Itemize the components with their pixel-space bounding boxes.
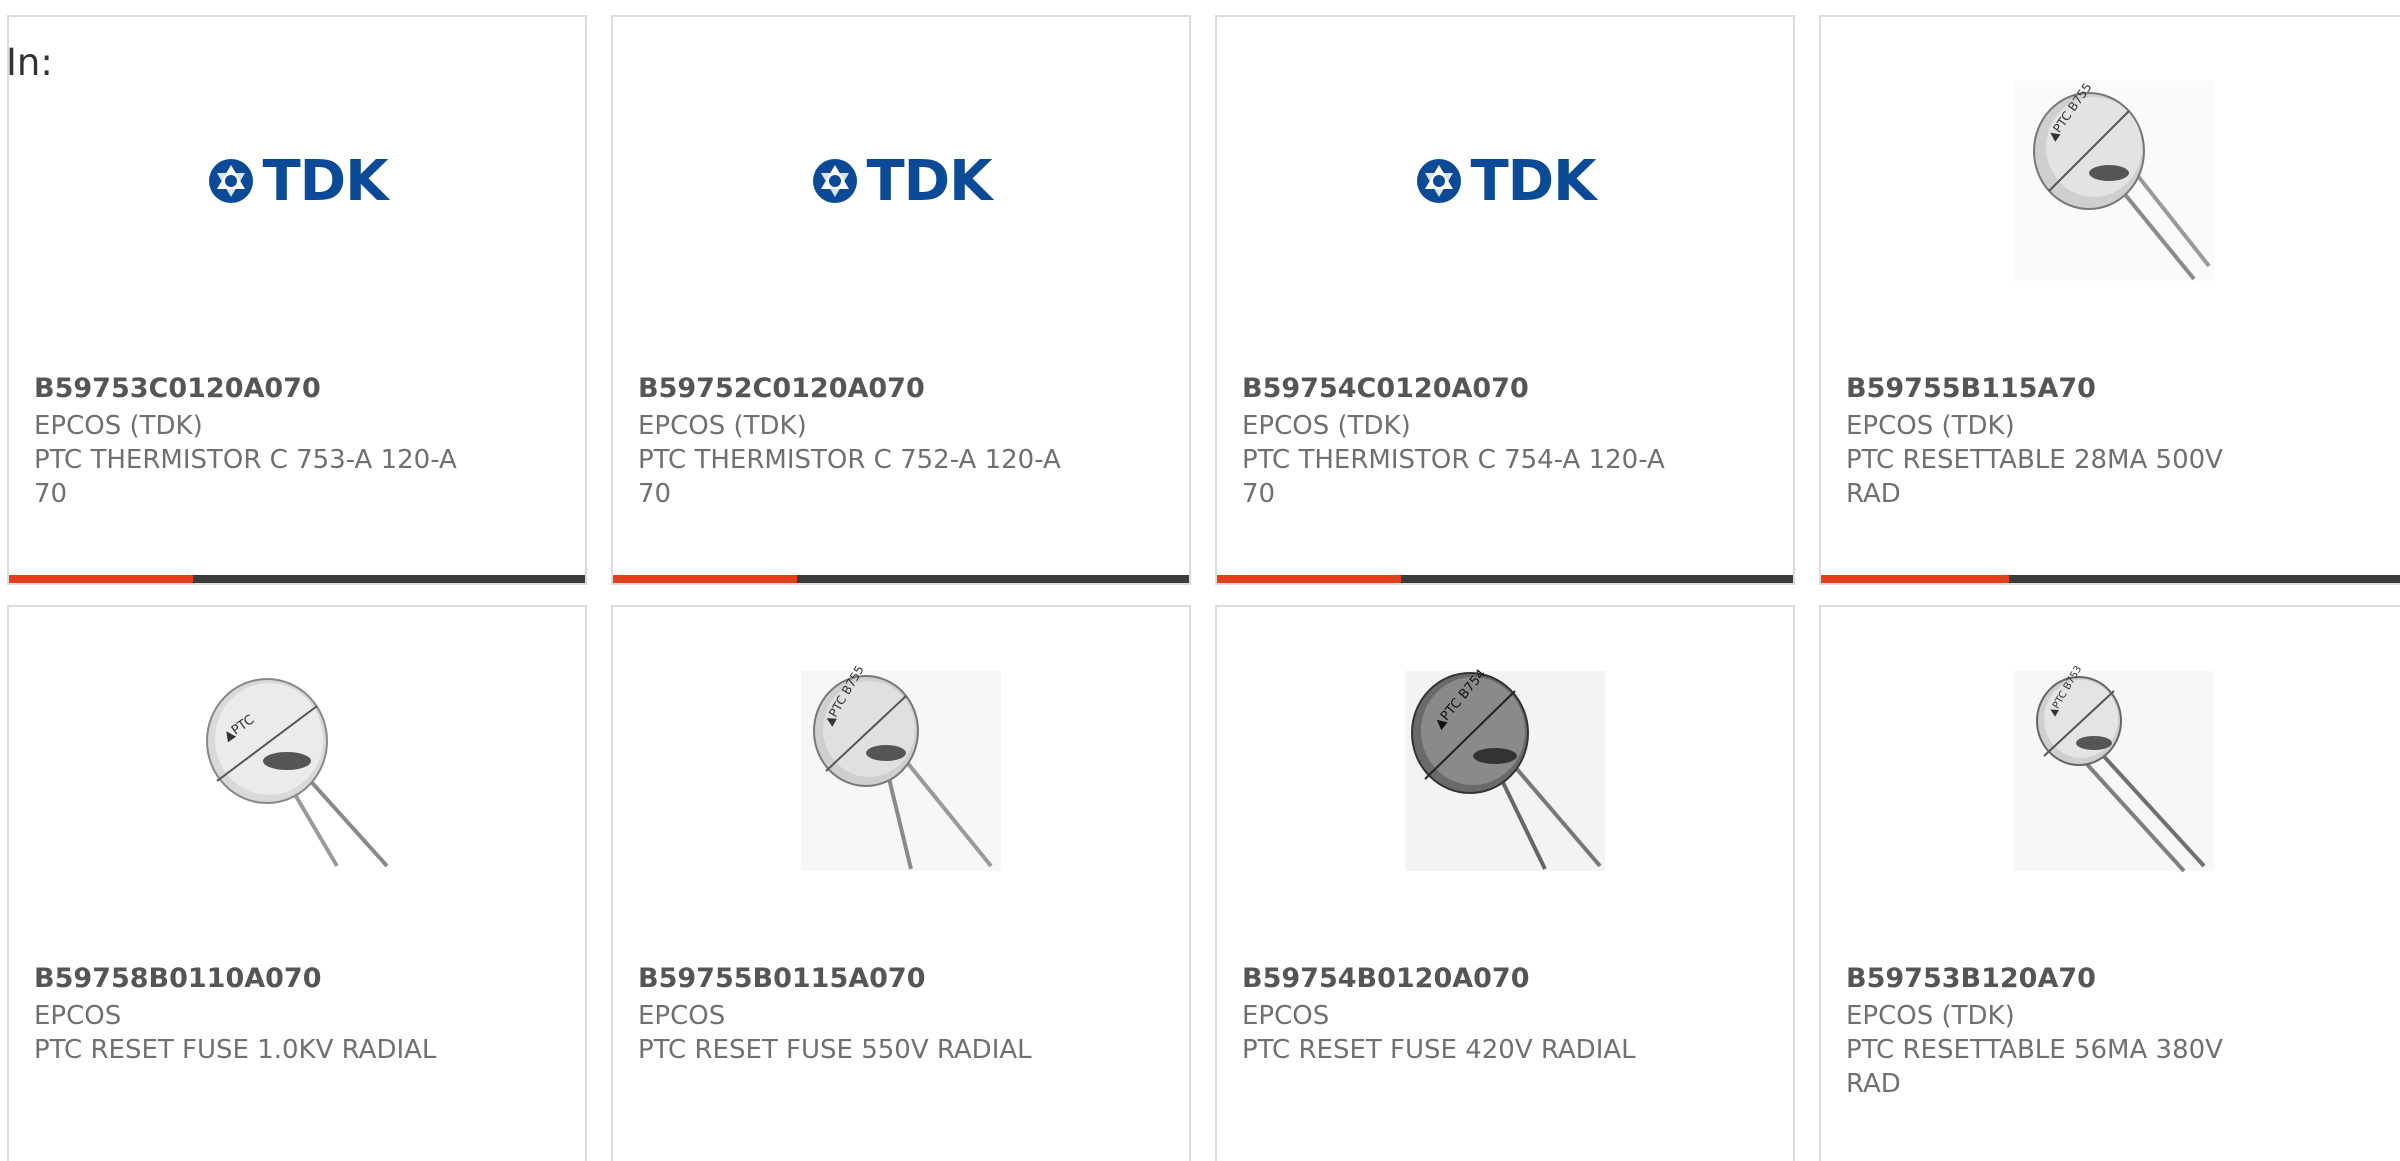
- product-card[interactable]: ▲PTC B755 B59755B0115A070 EPCOS PTC RESE…: [611, 605, 1191, 1161]
- part-number[interactable]: B59754B0120A070: [1242, 965, 1530, 992]
- product-image[interactable]: TDK: [1217, 81, 1793, 281]
- part-number[interactable]: B59754C0120A070: [1242, 375, 1529, 402]
- ptc-thermistor-photo: ▲PTC: [197, 671, 397, 871]
- description: PTC RESET FUSE 550V RADIAL: [638, 1035, 1032, 1065]
- product-card[interactable]: ▲PTC B59758B0110A070 EPCOS PTC RESET FUS…: [7, 605, 587, 1161]
- progress-bar: [1217, 575, 1793, 583]
- description: PTC THERMISTOR C 753-A 120-A 70: [34, 445, 457, 509]
- description: PTC RESETTABLE 56MA 380V RAD: [1846, 1035, 2223, 1099]
- filter-label: In:: [6, 41, 53, 84]
- tdk-emblem-icon: [1417, 159, 1462, 203]
- part-number[interactable]: B59755B0115A070: [638, 965, 926, 992]
- product-image[interactable]: ▲PTC B753: [1821, 664, 2400, 873]
- description: PTC THERMISTOR C 754-A 120-A 70: [1242, 445, 1665, 509]
- tdk-logo: TDK: [206, 148, 389, 214]
- progress-bar: [9, 575, 585, 583]
- description: PTC THERMISTOR C 752-A 120-A 70: [638, 445, 1061, 509]
- manufacturer: EPCOS (TDK): [1846, 411, 2015, 441]
- progress-accent: [9, 575, 194, 583]
- product-card[interactable]: ▲PTC B754 B59754B0120A070 EPCOS PTC RESE…: [1215, 605, 1795, 1161]
- product-image[interactable]: TDK: [9, 81, 585, 281]
- manufacturer: EPCOS (TDK): [1242, 411, 1411, 441]
- manufacturer: EPCOS (TDK): [1846, 1001, 2015, 1031]
- tdk-emblem-icon: [813, 159, 858, 203]
- progress-bar: [613, 575, 1189, 583]
- product-card[interactable]: ▲PTC B753 B59753B120A70 EPCOS (TDK) PTC …: [1819, 605, 2400, 1161]
- product-card[interactable]: TDK B59752C0120A070 EPCOS (TDK) PTC THER…: [611, 15, 1191, 585]
- ptc-thermistor-photo: ▲PTC B755: [801, 663, 1001, 871]
- description: PTC RESETTABLE 28MA 500V RAD: [1846, 445, 2223, 509]
- tdk-logo-text: TDK: [1470, 148, 1596, 214]
- product-grid-page: In: TDK B59753C0120A070 EPCOS (TDK) PTC …: [0, 0, 2400, 1161]
- manufacturer: EPCOS (TDK): [34, 411, 203, 441]
- part-number[interactable]: B59758B0110A070: [34, 965, 322, 992]
- part-number[interactable]: B59752C0120A070: [638, 375, 925, 402]
- ptc-thermistor-photo: ▲PTC B754: [1405, 667, 1605, 871]
- tdk-logo: TDK: [810, 148, 993, 214]
- product-image[interactable]: ▲PTC B755: [1821, 80, 2400, 281]
- product-card[interactable]: TDK B59753C0120A070 EPCOS (TDK) PTC THER…: [7, 15, 587, 585]
- manufacturer: EPCOS: [1242, 1001, 1330, 1031]
- ptc-thermistor-photo: ▲PTC B753: [2014, 664, 2214, 873]
- part-number[interactable]: B59753B120A70: [1846, 965, 2096, 992]
- progress-bar: [1821, 575, 2400, 583]
- product-card[interactable]: TDK B59754C0120A070 EPCOS (TDK) PTC THER…: [1215, 15, 1795, 585]
- manufacturer: EPCOS (TDK): [638, 411, 807, 441]
- product-card[interactable]: ▲PTC B755 B59755B115A70 EPCOS (TDK) PTC …: [1819, 15, 2400, 585]
- ptc-thermistor-photo: ▲PTC B755: [2014, 80, 2214, 281]
- tdk-logo: TDK: [1414, 148, 1597, 214]
- description: PTC RESET FUSE 420V RADIAL: [1242, 1035, 1636, 1065]
- tdk-logo-text: TDK: [262, 148, 388, 214]
- tdk-logo-text: TDK: [866, 148, 992, 214]
- product-image[interactable]: TDK: [613, 81, 1189, 281]
- manufacturer: EPCOS: [638, 1001, 726, 1031]
- tdk-emblem-icon: [209, 159, 254, 203]
- progress-accent: [1821, 575, 2009, 583]
- product-image[interactable]: ▲PTC B754: [1217, 667, 1793, 871]
- manufacturer: EPCOS: [34, 1001, 122, 1031]
- product-image[interactable]: ▲PTC: [9, 671, 585, 871]
- description: PTC RESET FUSE 1.0KV RADIAL: [34, 1035, 437, 1065]
- product-image[interactable]: ▲PTC B755: [613, 663, 1189, 871]
- part-number[interactable]: B59753C0120A070: [34, 375, 321, 402]
- progress-accent: [613, 575, 798, 583]
- progress-accent: [1217, 575, 1402, 583]
- part-number[interactable]: B59755B115A70: [1846, 375, 2096, 402]
